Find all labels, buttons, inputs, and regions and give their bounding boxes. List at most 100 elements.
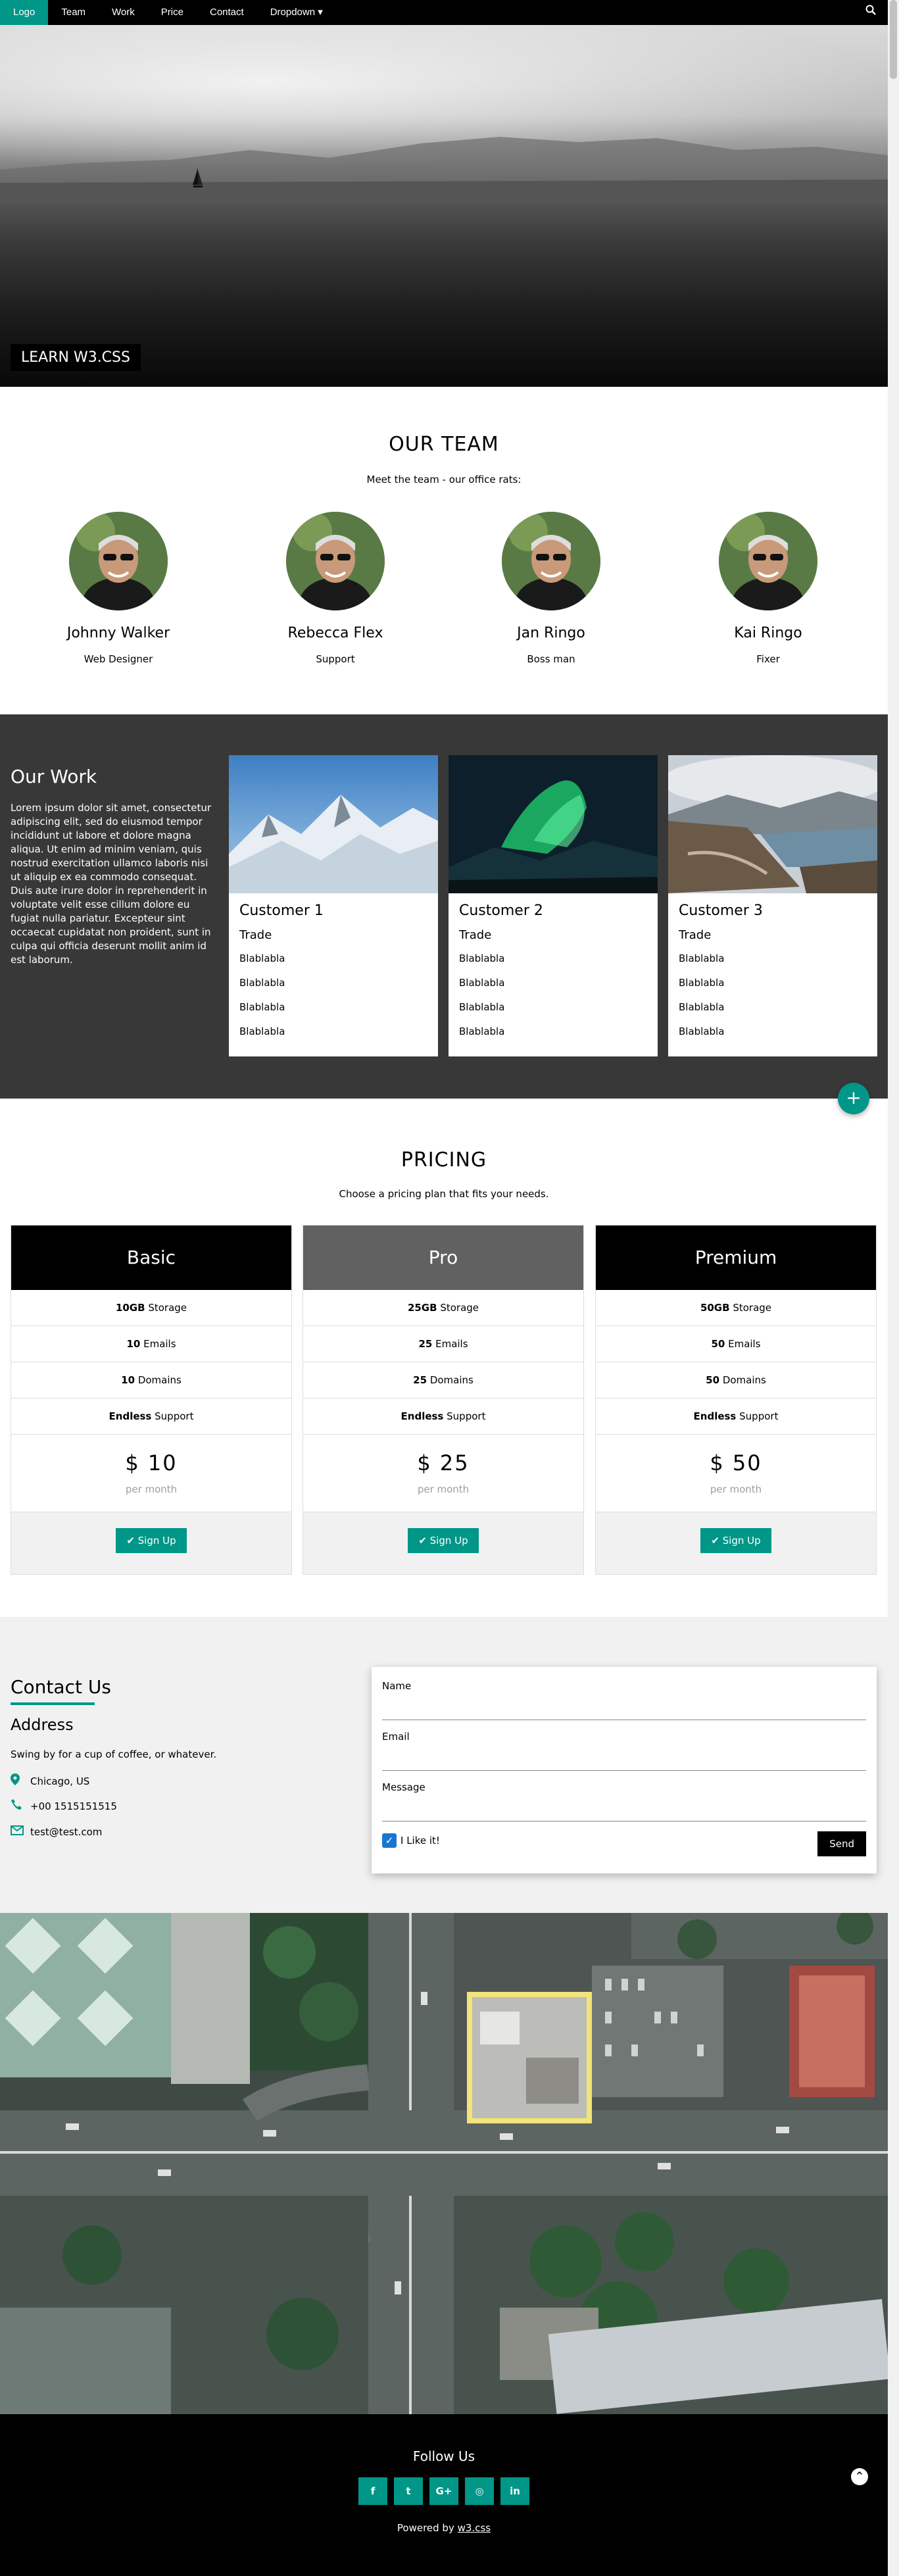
work-card-line: Blablabla [239,953,285,964]
work-card-line: Blablabla [679,1026,725,1037]
plan-footer: ✔ Sign Up [303,1512,583,1574]
twitter-icon[interactable]: t [394,2477,423,2505]
team-member: Johnny Walker Web Designer [33,512,204,665]
pricing-card-basic: Basic 10GB Storage 10 Emails 10 Domains … [11,1225,292,1575]
email-label: Email [382,1731,410,1743]
avatar [286,512,385,610]
work-card: Customer 2 Trade Blablabla Blablabla Bla… [449,755,658,1056]
plan-emails: 50 Emails [596,1326,876,1362]
plan-price-value: $ 10 [125,1450,178,1475]
page-scrollbar[interactable] [888,0,899,2576]
plan-price: $ 50 per month [596,1435,876,1512]
name-label: Name [382,1680,412,1692]
contact-location: Chicago, US [11,1773,89,1789]
follow-us-heading: Follow Us [412,2448,475,2464]
plan-storage: 25GB Storage [303,1290,583,1326]
plan-domains: 25 Domains [303,1362,583,1399]
address-text: Swing by for a cup of coffee, or whateve… [11,1748,217,1760]
work-card: Customer 3 Trade Blablabla Blablabla Bla… [668,755,877,1056]
work-card-trade: Trade [679,928,712,942]
plan-price-value: $ 50 [710,1450,762,1475]
work-card-line: Blablabla [459,1001,505,1013]
social-links: f t G+ ◎ in [0,2477,888,2505]
work-card-line: Blablabla [239,1026,285,1037]
message-field[interactable]: Message [382,1781,866,1832]
nav-item-price[interactable]: Price [148,0,197,25]
work-card-name: Customer 1 [239,903,324,919]
plan-emails: 10 Emails [11,1326,291,1362]
contact-title: Contact Us [11,1676,111,1698]
member-role: Support [316,653,355,665]
team-member: Jan Ringo Boss man [466,512,637,665]
instagram-icon[interactable]: ◎ [465,2477,494,2505]
scrollbar-thumb[interactable] [890,0,897,79]
search-icon[interactable] [854,0,888,25]
sign-up-button[interactable]: ✔ Sign Up [116,1528,187,1553]
avatar [69,512,168,610]
add-button[interactable]: + [838,1083,869,1114]
team-section: OUR TEAM Meet the team - our office rats… [0,387,888,714]
linkedin-icon[interactable]: in [500,2477,529,2505]
nav-item-contact[interactable]: Contact [197,0,257,25]
map-marker-icon [11,1773,30,1789]
phone-text: +00 1515151515 [30,1800,117,1812]
name-field[interactable]: Name [382,1680,866,1731]
message-label: Message [382,1781,425,1793]
work-description: Lorem ipsum dolor sit amet, consectetur … [11,802,212,966]
sign-up-button[interactable]: ✔ Sign Up [700,1528,771,1553]
work-card-line: Blablabla [679,1001,725,1013]
plan-storage: 50GB Storage [596,1290,876,1326]
plan-support: Endless Support [596,1399,876,1435]
plan-name: Premium [596,1226,876,1290]
like-checkbox[interactable]: ✓ [382,1833,397,1848]
google-plus-icon[interactable]: G+ [429,2477,458,2505]
top-navbar: Logo Team Work Price Contact Dropdown ▾ [0,0,888,25]
like-checkbox-row[interactable]: ✓ I Like it! [382,1833,866,1848]
team-title: OUR TEAM [389,433,499,456]
plan-price: $ 25 per month [303,1435,583,1512]
back-to-top-icon[interactable]: ^ [851,2468,868,2485]
pricing-section: PRICING Choose a pricing plan that fits … [0,1099,888,1617]
nav-item-work[interactable]: Work [99,0,148,25]
aerial-city-image [0,1913,888,2414]
nav-item-dropdown[interactable]: Dropdown ▾ [257,0,336,25]
work-card-image [229,755,438,893]
like-checkbox-label: I Like it! [401,1835,440,1846]
work-card-image [449,755,658,893]
sign-up-button[interactable]: ✔ Sign Up [408,1528,479,1553]
hero-title: LEARN W3.CSS [11,344,141,371]
work-card-line: Blablabla [239,1001,285,1013]
member-name: Kai Ringo [734,625,802,641]
powered-by: Powered by w3.css [0,2522,888,2534]
email-text: test@test.com [30,1825,103,1838]
work-card-line: Blablabla [459,1026,505,1037]
envelope-icon [11,1825,30,1839]
plan-support: Endless Support [303,1399,583,1435]
plan-domains: 10 Domains [11,1362,291,1399]
work-card-trade: Trade [239,928,272,942]
contact-title-underline [11,1702,95,1705]
w3css-link[interactable]: w3.css [458,2522,491,2534]
plan-price-period: per month [125,1483,178,1495]
nav-item-team[interactable]: Team [48,0,99,25]
email-field[interactable]: Email [382,1731,866,1781]
member-role: Boss man [527,653,575,665]
contact-section: Contact Us Address Swing by for a cup of… [0,1617,888,1913]
plan-footer: ✔ Sign Up [596,1512,876,1574]
address-title: Address [11,1716,74,1734]
hero-banner: LEARN W3.CSS [0,25,888,387]
work-card: Customer 1 Trade Blablabla Blablabla Bla… [229,755,438,1056]
powered-by-text: Powered by [397,2522,454,2534]
nav-logo-link[interactable]: Logo [0,0,49,25]
avatar [502,512,600,610]
footer: Follow Us f t G+ ◎ in Powered by w3.css … [0,2414,888,2576]
send-button[interactable]: Send [817,1831,866,1856]
plan-name: Basic [11,1226,291,1290]
work-card-line: Blablabla [459,977,505,989]
facebook-icon[interactable]: f [358,2477,387,2505]
plan-support: Endless Support [11,1399,291,1435]
pricing-title: PRICING [401,1149,487,1172]
member-role: Fixer [756,653,780,665]
email-input-line[interactable] [382,1770,866,1771]
plan-domains: 50 Domains [596,1362,876,1399]
